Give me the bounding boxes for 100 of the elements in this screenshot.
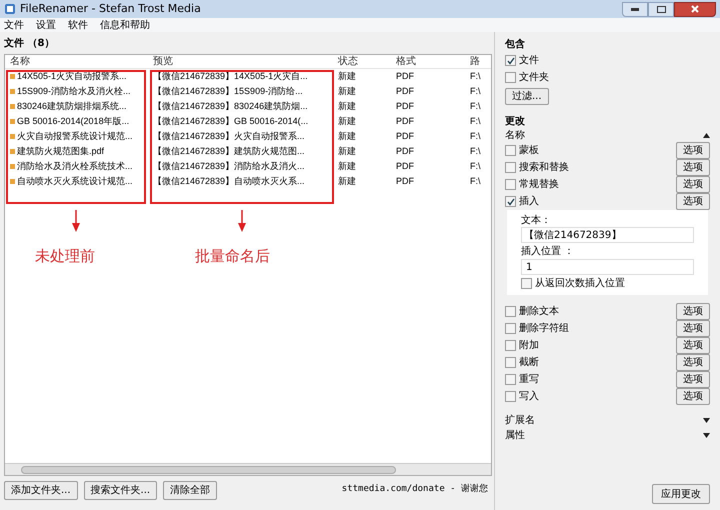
menu-item[interactable]: 软件 (68, 18, 88, 32)
table-cell-text: 火灾自动报警系统设计规范... (17, 130, 133, 143)
table-cell-text: 【微信214672839】自动喷水灭火系... (153, 174, 305, 188)
table-cell-text: PDF (396, 114, 414, 128)
options-button[interactable]: 选项 (676, 176, 710, 193)
section-header[interactable]: 名称 (505, 128, 525, 142)
options-button[interactable]: 选项 (676, 193, 710, 210)
close-button[interactable] (674, 2, 716, 16)
checkbox[interactable] (505, 55, 516, 66)
file-icon (10, 74, 15, 79)
table-cell-text: 15S909-消防给水及消火栓... (17, 84, 131, 98)
checkbox[interactable] (505, 306, 516, 317)
checkbox-label: 截断 (519, 356, 539, 370)
toolbar-button[interactable]: 清除全部 (163, 480, 218, 500)
section-title: 更改 (505, 115, 526, 128)
table-cell-text: F:\ (470, 70, 480, 83)
checkbox-label: 从返回次数插入位置 (535, 276, 625, 291)
checkbox[interactable] (505, 374, 516, 385)
checkbox[interactable] (505, 196, 516, 207)
checkbox[interactable] (505, 357, 516, 368)
position-field[interactable]: 1 (521, 259, 694, 275)
file-icon (10, 134, 15, 139)
scrollbar-thumb[interactable] (21, 466, 396, 474)
checkbox-label: 删除文本 (519, 304, 559, 319)
menu-item[interactable]: 文件 (4, 18, 24, 32)
checkbox-label: 蒙板 (519, 144, 539, 158)
options-button[interactable]: 选项 (676, 142, 710, 159)
expand-icon[interactable] (703, 433, 710, 438)
table-cell-text: F:\ (470, 130, 480, 143)
table-cell-text: F:\ (470, 114, 480, 128)
checkbox-label: 删除字符组 (519, 322, 569, 336)
arrow-icon (238, 210, 246, 232)
annotation-label: 批量命名后 (195, 246, 270, 267)
toolbar-button[interactable]: 搜索文件夹... (84, 480, 158, 500)
table-cell-text: PDF (396, 160, 414, 173)
table-cell-text: F:\ (470, 100, 480, 113)
maximize-icon (656, 6, 666, 12)
table-cell-text: 【微信214672839】建筑防火规范图... (153, 144, 305, 158)
file-icon (10, 164, 15, 169)
expand-icon[interactable] (703, 418, 710, 423)
table-cell-text: 14X505-1火灾自动报警系... (17, 70, 127, 83)
file-icon (10, 89, 15, 94)
options-button[interactable]: 选项 (676, 159, 710, 176)
close-icon (691, 5, 699, 13)
options-button[interactable]: 选项 (676, 337, 710, 354)
table-cell-text: PDF (396, 70, 414, 83)
checkbox-label: 常规替换 (519, 178, 559, 192)
filter-button[interactable]: 过滤... (505, 88, 549, 105)
donate-link[interactable]: sttmedia.com/donate - 谢谢您 (342, 483, 488, 497)
checkbox[interactable] (505, 145, 516, 156)
column-header[interactable]: 名称 (5, 54, 148, 69)
minimize-button[interactable] (622, 2, 648, 16)
checkbox[interactable] (505, 340, 516, 351)
checkbox[interactable] (521, 278, 532, 289)
table-cell-text: F:\ (470, 84, 480, 98)
table-cell-text: PDF (396, 174, 414, 188)
field-label: 文本： (521, 214, 552, 227)
text-field[interactable]: 【微信214672839】 (521, 227, 694, 243)
section-header[interactable]: 属性 (505, 428, 525, 443)
table-cell-text: 建筑防火规范图集.pdf (17, 144, 104, 158)
window-title: FileRenamer - Stefan Trost Media (20, 0, 201, 17)
checkbox-label: 写入 (519, 390, 539, 404)
options-button[interactable]: 选项 (676, 371, 710, 388)
table-cell-text: 新建 (338, 174, 356, 188)
menu-item[interactable]: 信息和帮助 (100, 18, 150, 32)
options-button[interactable]: 选项 (676, 354, 710, 371)
checkbox[interactable] (505, 179, 516, 190)
table-cell-text: 【微信214672839】15S909-消防给... (153, 84, 303, 98)
checkbox[interactable] (505, 323, 516, 334)
section-header[interactable]: 扩展名 (505, 413, 535, 428)
options-button[interactable]: 选项 (676, 320, 710, 337)
checkbox-label: 插入 (519, 194, 539, 209)
maximize-button[interactable] (648, 2, 674, 16)
apply-button[interactable]: 应用更改 (652, 484, 710, 504)
column-header[interactable]: 状态 (336, 54, 394, 69)
files-heading: 文件 （8） (4, 36, 56, 50)
table-cell-text: 自动喷水灭火系统设计规范... (17, 174, 133, 188)
options-button[interactable]: 选项 (676, 303, 710, 320)
table-cell-text: 830246建筑防烟排烟系统... (17, 100, 127, 113)
collapse-icon[interactable] (703, 132, 710, 138)
checkbox[interactable] (505, 72, 516, 83)
file-icon (10, 179, 15, 184)
column-header[interactable]: 路 (468, 54, 491, 69)
column-header[interactable]: 格式 (394, 54, 468, 69)
menu-item[interactable]: 设置 (36, 18, 56, 32)
checkbox[interactable] (505, 162, 516, 173)
table-cell-text: 新建 (338, 144, 356, 158)
toolbar-button[interactable]: 添加文件夹... (4, 480, 78, 500)
checkbox-label: 文件夹 (519, 70, 549, 85)
table-cell-text: F:\ (470, 144, 480, 158)
options-button[interactable]: 选项 (676, 388, 710, 405)
file-icon (10, 119, 15, 124)
column-header[interactable]: 预览 (148, 54, 336, 69)
section-title: 包含 (505, 38, 526, 52)
table-cell-text: 新建 (338, 100, 356, 113)
table-cell-text: PDF (396, 100, 414, 113)
checkbox[interactable] (505, 391, 516, 402)
table-cell-text: F:\ (470, 174, 480, 188)
horizontal-scrollbar[interactable] (5, 463, 491, 475)
table-cell-text: 【微信214672839】830246建筑防烟... (153, 100, 308, 113)
